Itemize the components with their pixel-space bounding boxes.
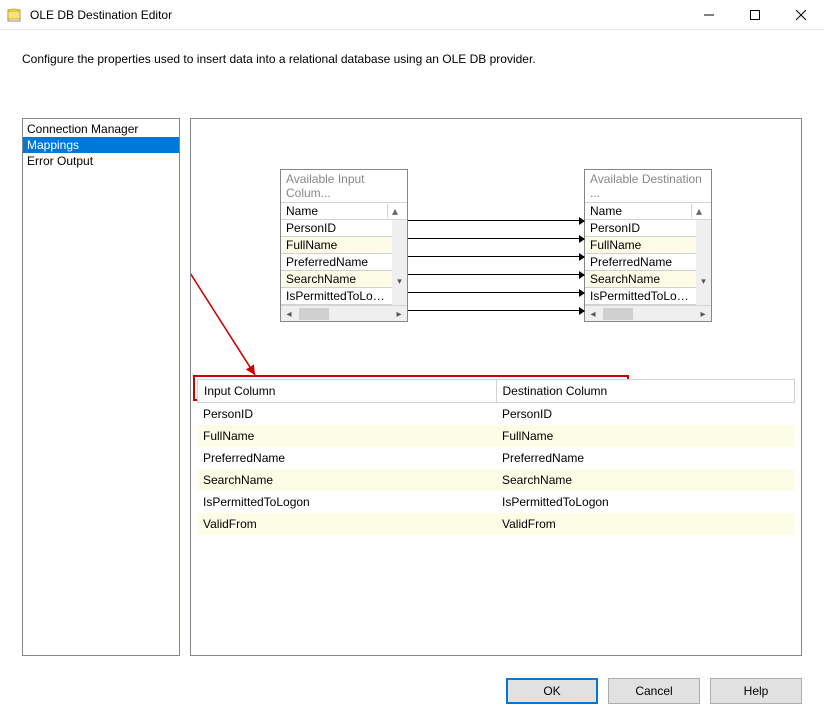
editor-description: Configure the properties used to insert … (0, 30, 824, 66)
ok-button[interactable]: OK (506, 678, 598, 704)
nav-error-output[interactable]: Error Output (23, 153, 179, 169)
list-item[interactable]: IsPermittedToLogon (281, 288, 392, 305)
grid-row[interactable]: ValidFromValidFrom (197, 513, 795, 535)
grid-row[interactable]: IsPermittedToLogonIsPermittedToLogon (197, 491, 795, 513)
available-input-columns[interactable]: Available Input Colum... Name▴ PersonID … (280, 169, 408, 322)
grid-cell[interactable]: PreferredName (496, 447, 795, 469)
titlebar: OLE DB Destination Editor (0, 0, 824, 30)
dest-list-title: Available Destination ... (585, 170, 711, 203)
input-list-header-text: Name (286, 204, 318, 218)
scroll-right-icon[interactable]: ▸ (695, 306, 711, 322)
input-list-header[interactable]: Name ▴ (281, 203, 407, 220)
horizontal-scrollbar[interactable]: ◂▸ (585, 305, 711, 321)
mapping-line (408, 310, 584, 311)
grid-cell[interactable]: IsPermittedToLogon (496, 491, 795, 513)
mapping-line (408, 238, 584, 239)
list-item[interactable]: FullName (585, 237, 696, 254)
scroll-right-icon[interactable]: ▸ (391, 306, 407, 322)
grid-cell[interactable]: ValidFrom (496, 513, 795, 535)
mapping-line (408, 274, 584, 275)
mappings-grid[interactable]: Input Column Destination Column PersonID… (197, 379, 795, 535)
grid-cell[interactable]: PersonID (197, 403, 496, 425)
minimize-button[interactable] (686, 0, 732, 30)
scroll-left-icon[interactable]: ◂ (281, 306, 297, 322)
grid-cell[interactable]: SearchName (197, 469, 496, 491)
list-item[interactable]: IsPermittedToLogon (585, 288, 696, 305)
list-item[interactable]: PersonID (585, 220, 696, 237)
grid-cell[interactable]: IsPermittedToLogon (197, 491, 496, 513)
list-item[interactable]: SearchName (281, 271, 392, 288)
maximize-button[interactable] (732, 0, 778, 30)
available-destination-columns[interactable]: Available Destination ... Name ▴ PersonID… (584, 169, 712, 322)
app-icon (7, 7, 23, 23)
mapping-line (408, 292, 584, 293)
list-item[interactable]: FullName (281, 237, 392, 254)
scroll-up-icon[interactable] (392, 220, 407, 235)
window-controls (686, 0, 824, 30)
dest-list-title-text: Available Destination ... (590, 172, 706, 200)
grid-header-dest[interactable]: Destination Column (497, 380, 795, 402)
scrollbar-thumb[interactable] (603, 308, 633, 320)
dest-list-header[interactable]: Name ▴ (585, 203, 711, 220)
vertical-scrollbar[interactable]: ▾ (696, 220, 711, 289)
vertical-scrollbar[interactable]: ▾ (392, 220, 407, 289)
nav-mappings[interactable]: Mappings (23, 137, 179, 153)
dest-list-header-text: Name (590, 204, 622, 218)
list-item[interactable]: PreferredName (281, 254, 392, 271)
horizontal-scrollbar[interactable]: ◂▸ (281, 305, 407, 321)
window-title: OLE DB Destination Editor (30, 8, 172, 22)
mapping-lines (408, 212, 584, 312)
mapping-line (408, 256, 584, 257)
grid-row[interactable]: SearchNameSearchName (197, 469, 795, 491)
scroll-down-icon[interactable]: ▾ (392, 274, 407, 289)
scrollbar-thumb[interactable] (299, 308, 329, 320)
mapping-line (408, 220, 584, 221)
grid-cell[interactable]: PersonID (496, 403, 795, 425)
cancel-button[interactable]: Cancel (608, 678, 700, 704)
grid-row[interactable]: FullNameFullName (197, 425, 795, 447)
scroll-down-icon[interactable]: ▾ (696, 274, 711, 289)
scroll-up-icon[interactable]: ▴ (387, 204, 402, 218)
input-list-title: Available Input Colum... (281, 170, 407, 203)
list-item[interactable]: PersonID (281, 220, 392, 237)
close-button[interactable] (778, 0, 824, 30)
mappings-panel: Available Input Colum... Name▴ PersonID … (190, 118, 802, 656)
grid-cell[interactable]: PreferredName (197, 447, 496, 469)
grid-cell[interactable]: SearchName (496, 469, 795, 491)
grid-row[interactable]: PersonIDPersonID (197, 403, 795, 425)
scroll-up-icon[interactable]: ▴ (691, 204, 706, 218)
grid-header-input[interactable]: Input Column (198, 380, 497, 402)
grid-row[interactable]: PreferredNamePreferredName (197, 447, 795, 469)
dialog-footer: OK Cancel Help (0, 678, 824, 704)
input-list-title-text: Available Input Colum... (286, 172, 402, 200)
list-item[interactable]: PreferredName (585, 254, 696, 271)
grid-cell[interactable]: FullName (197, 425, 496, 447)
scroll-up-icon[interactable] (696, 220, 711, 235)
scroll-left-icon[interactable]: ◂ (585, 306, 601, 322)
list-item[interactable]: SearchName (585, 271, 696, 288)
help-button[interactable]: Help (710, 678, 802, 704)
grid-cell[interactable]: FullName (496, 425, 795, 447)
page-nav: Connection Manager Mappings Error Output (22, 118, 180, 656)
nav-connection-manager[interactable]: Connection Manager (23, 121, 179, 137)
grid-header[interactable]: Input Column Destination Column (197, 379, 795, 403)
grid-cell[interactable]: ValidFrom (197, 513, 496, 535)
